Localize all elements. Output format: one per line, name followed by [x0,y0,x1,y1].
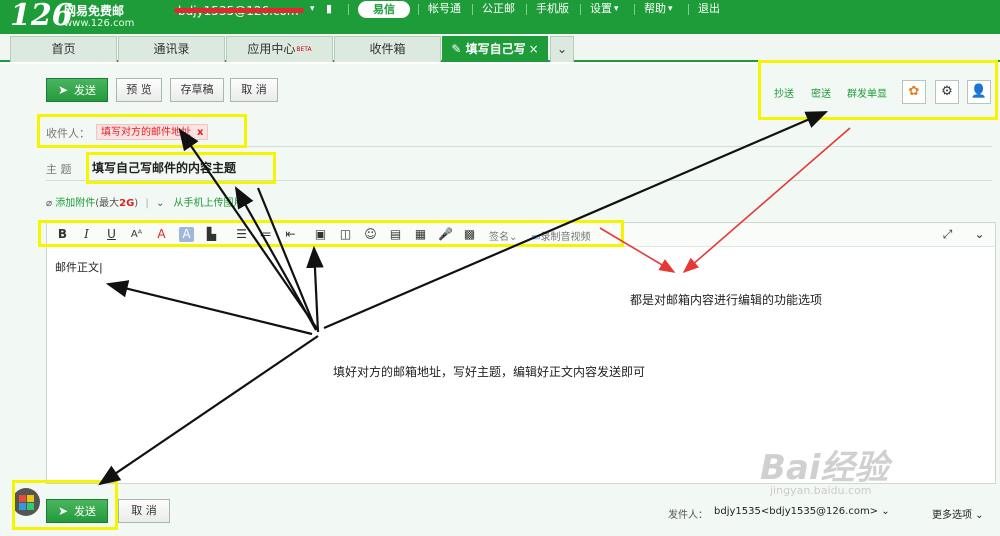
red-arrow-to-options [682,127,851,274]
annotation-arrows [98,110,851,486]
annotation-functions: 都是对邮箱内容进行编辑的功能选项 [630,293,823,307]
annotation-instructions: 填好对方的邮箱地址，写好主题，编辑好正文内容发送即可 [333,365,646,379]
arrow-to-body [105,280,313,336]
arrow-to-recipient [178,128,319,331]
arrow-to-toolbar [306,245,324,333]
arrow-to-subject [234,186,317,331]
red-arrow-to-toolbar [599,227,676,273]
arrow-to-subject-2 [256,187,318,331]
arrow-to-send [98,335,319,486]
